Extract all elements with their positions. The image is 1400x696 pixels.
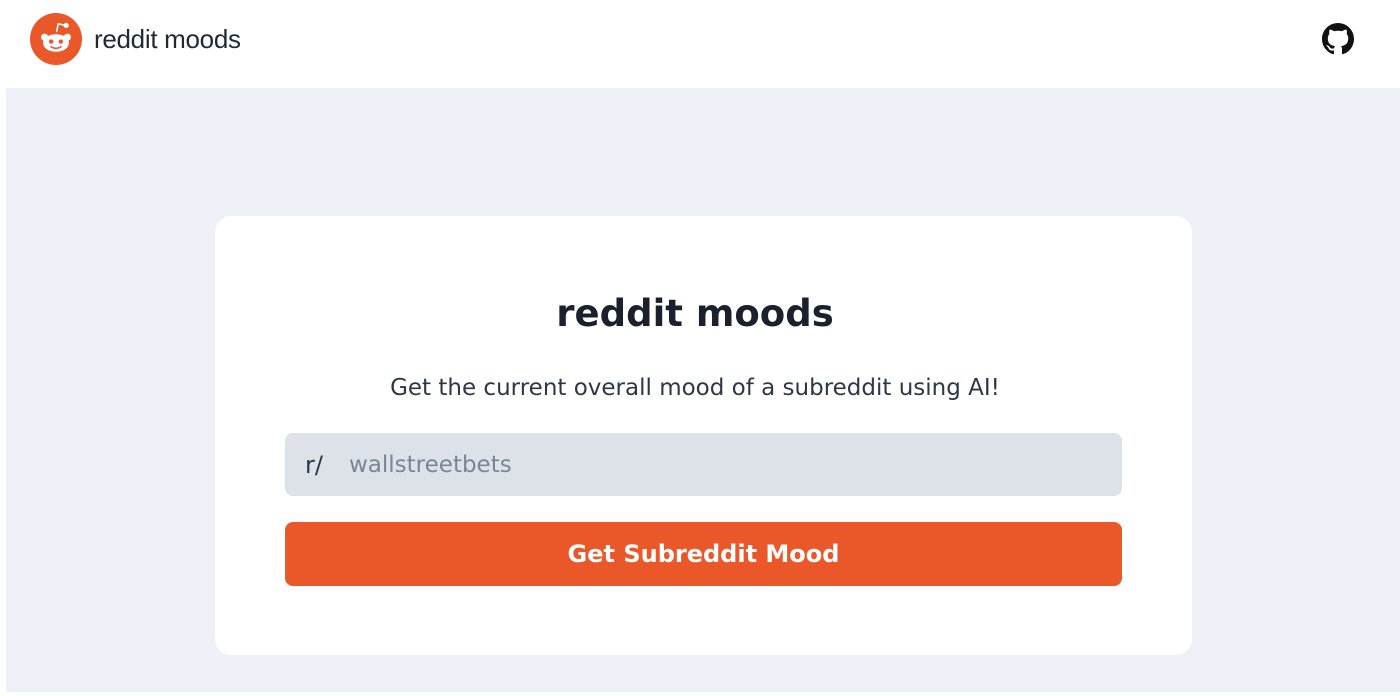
card-title: reddit moods <box>556 292 834 335</box>
reddit-logo-icon <box>30 13 82 65</box>
main-content: reddit moods Get the current overall moo… <box>6 88 1400 692</box>
github-link[interactable] <box>1322 23 1354 55</box>
mood-card: reddit moods Get the current overall moo… <box>215 216 1192 655</box>
brand-name: reddit moods <box>94 23 241 54</box>
brand-link[interactable]: reddit moods <box>30 13 241 65</box>
github-icon <box>1322 23 1354 55</box>
subreddit-input-group: r/ <box>285 433 1122 496</box>
get-mood-button[interactable]: Get Subreddit Mood <box>285 522 1122 586</box>
subreddit-input[interactable] <box>349 433 1106 496</box>
card-subtitle: Get the current overall mood of a subred… <box>390 375 1000 401</box>
subreddit-prefix: r/ <box>305 450 323 479</box>
navbar: reddit moods <box>0 0 1400 88</box>
